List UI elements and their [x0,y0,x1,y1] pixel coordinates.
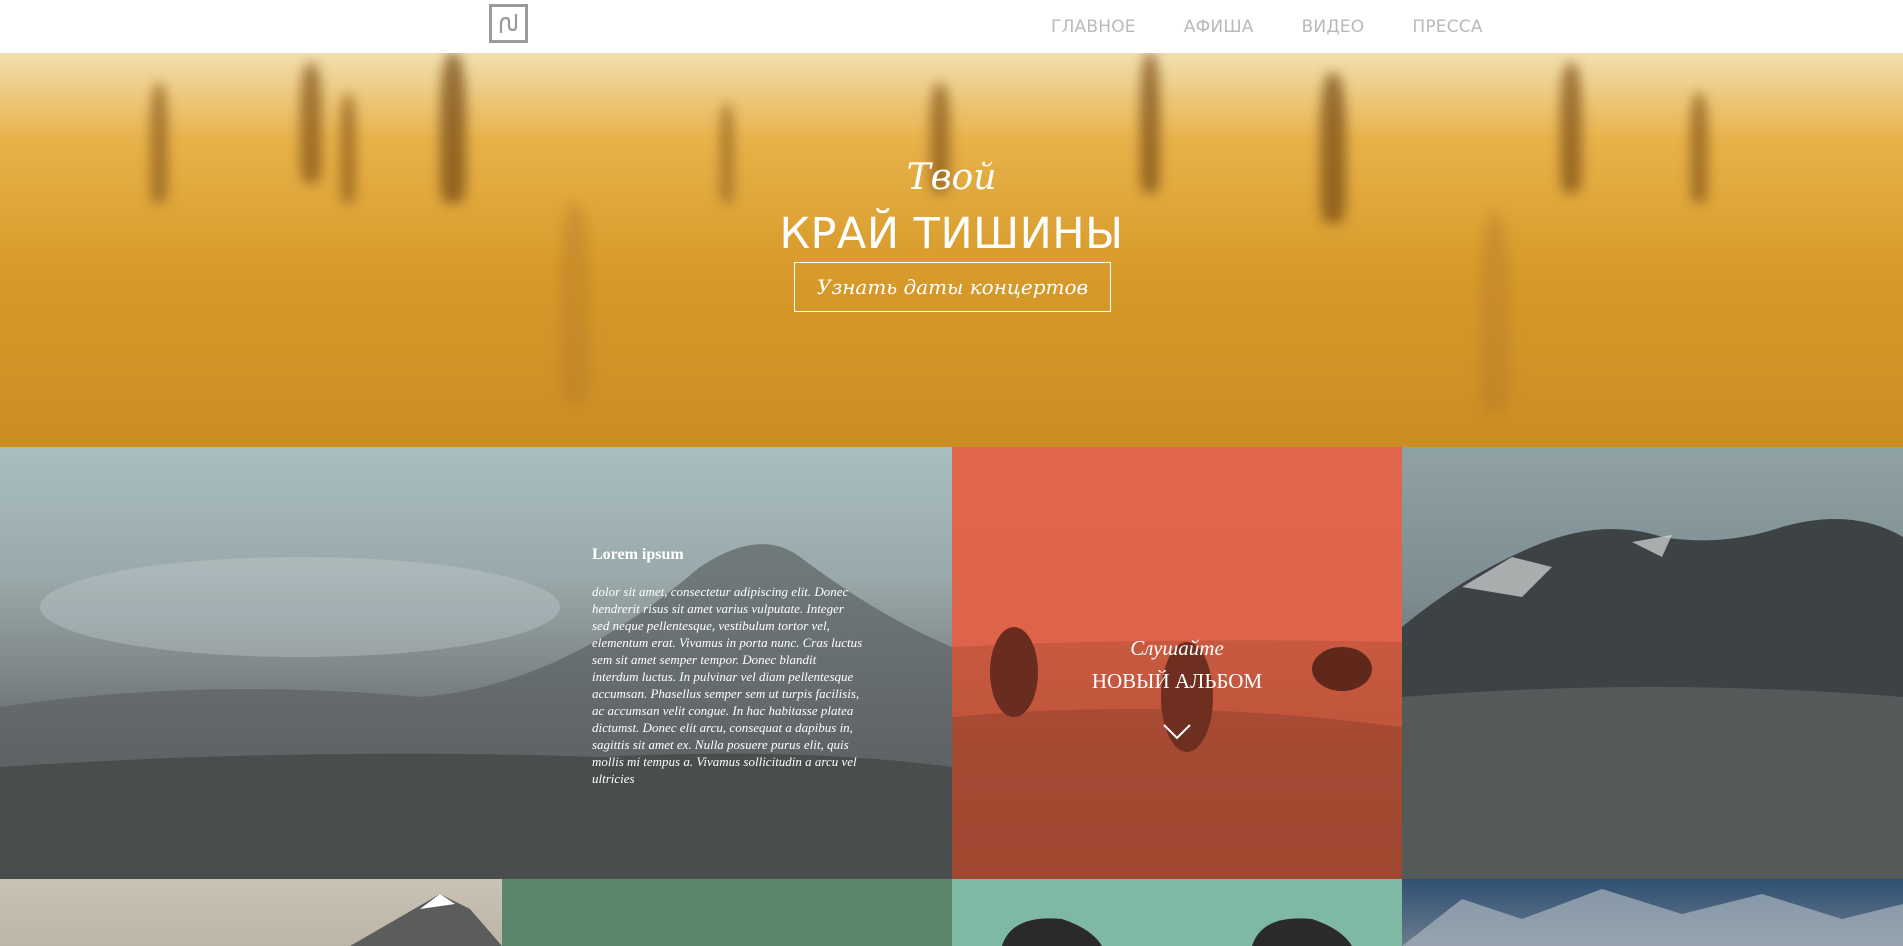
hero-subtitle: Твой [906,157,997,198]
info-title: Lorem ipsum [592,546,684,563]
mountain-range-image [1402,519,1903,879]
hero-banner: Твой КРАЙ ТИШИНЫ Узнать даты концертов [0,53,1903,447]
album-tile[interactable]: Слушайте НОВЫЙ АЛЬБОМ [952,447,1402,879]
album-subtitle: Слушайте [1130,636,1224,660]
bottom-tile-2 [502,879,952,946]
logo-icon [499,14,518,33]
concert-dates-button[interactable]: Узнать даты концертов [794,262,1111,312]
logo[interactable] [489,4,528,43]
hero-title: КРАЙ ТИШИНЫ [779,209,1124,259]
mountain-tile [1402,447,1903,879]
album-title: НОВЫЙ АЛЬБОМ [1091,669,1263,693]
snowy-peak-image [350,894,502,946]
nav-item-press[interactable]: ПРЕССА [1412,17,1482,37]
nav-item-main[interactable]: ГЛАВНОЕ [1051,17,1136,37]
info-body: dolor sit amet, consectetur adipiscing e… [592,584,863,786]
nav-item-afisha[interactable]: АФИША [1184,17,1254,37]
chevron-down-icon[interactable] [1162,723,1192,741]
mountain-snow-image [1402,889,1903,946]
nav-item-video[interactable]: ВИДЕО [1302,17,1365,37]
bottom-tile-4 [1402,879,1903,946]
bottom-tile-1 [0,879,502,946]
main-nav: ГЛАВНОЕ АФИША ВИДЕО ПРЕССА [1051,17,1483,37]
info-tile: Lorem ipsum dolor sit amet, consectetur … [0,447,952,879]
horses-image [952,627,1402,879]
site-header: ГЛАВНОЕ АФИША ВИДЕО ПРЕССА [0,0,1903,53]
bottom-tile-3 [952,879,1402,946]
butterfly-image [1002,918,1352,946]
